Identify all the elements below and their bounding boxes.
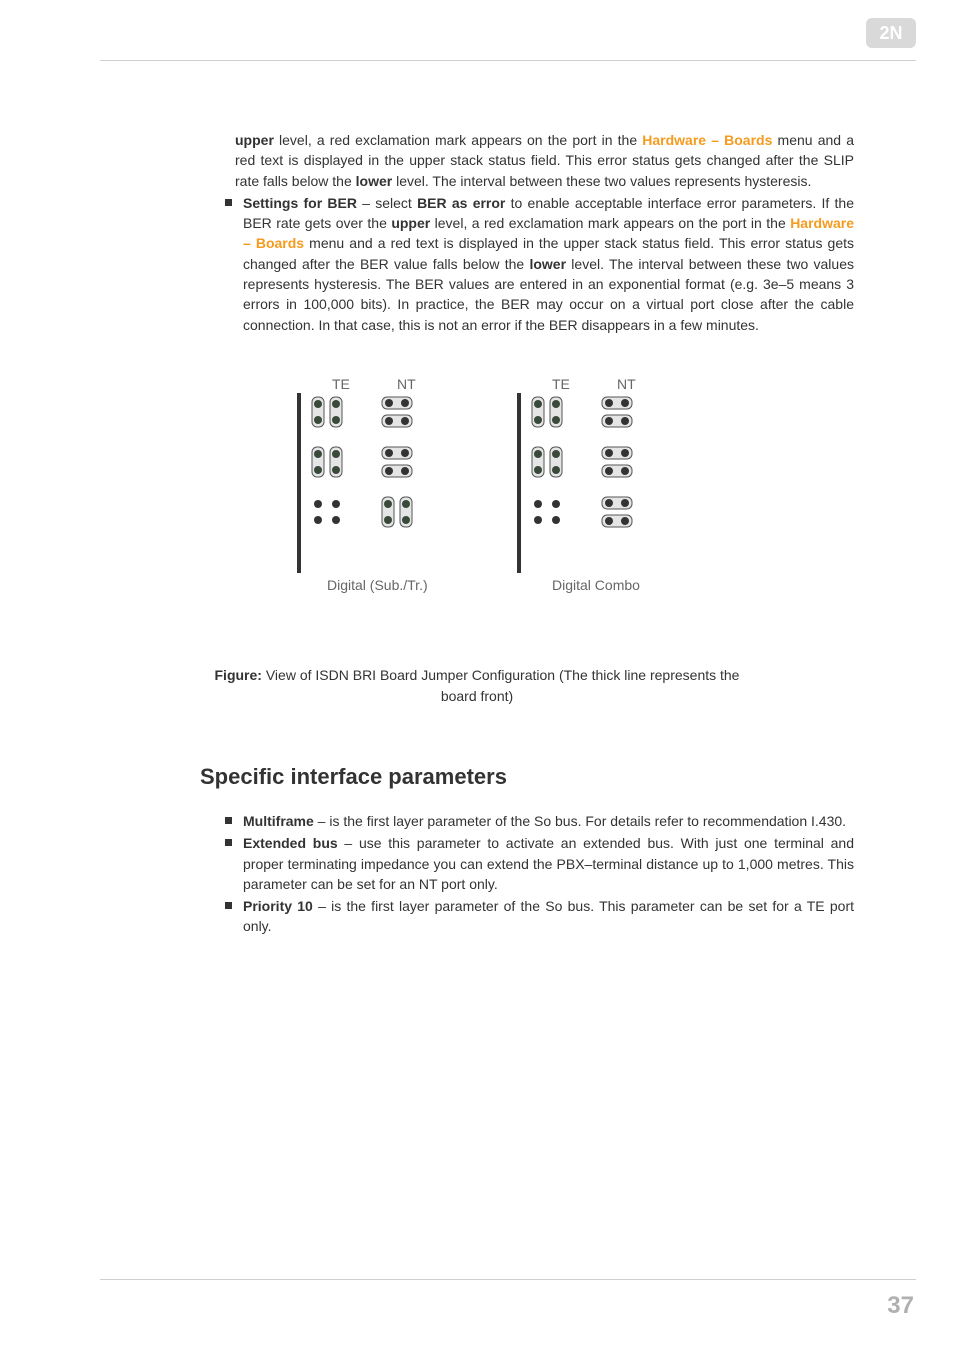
text: level, a red exclamation mark appears on… [274,132,642,148]
text-bold: Multiframe [243,813,314,829]
svg-text:TE: TE [552,376,570,392]
text: – is the first layer parameter of the So… [314,813,846,829]
text-bold: lower [529,256,566,272]
svg-text:Digital (Sub./Tr.): Digital (Sub./Tr.) [327,577,428,593]
page-number: 37 [887,1292,914,1320]
text-bold: Extended bus [243,835,338,851]
bullet-multiframe: Multiframe – is the first layer paramete… [225,811,854,831]
figure-label: Figure: [215,667,262,683]
text: level, a red exclamation mark appears on… [430,215,790,231]
text-bold-lower: lower [356,173,393,189]
svg-text:2N: 2N [879,23,902,43]
bullet-settings-for-ber: Settings for BER – select BER as error t… [225,193,854,335]
figure-text: View of ISDN BRI Board Jumper Configurat… [262,667,740,703]
text-bold: upper [391,215,430,231]
section-heading-specific-interface-parameters: Specific interface parameters [200,761,854,793]
svg-text:NT: NT [617,376,636,392]
svg-text:NT: NT [397,376,416,392]
svg-text:Digital Combo: Digital Combo [552,577,640,593]
header-divider [100,60,916,61]
link-hardware-boards[interactable]: Hardware – Boards [642,132,772,148]
footer-divider [100,1279,916,1280]
bullet-priority-10: Priority 10 – is the first layer paramet… [225,896,854,937]
text-bold-upper: upper [235,132,274,148]
svg-text:TE: TE [332,376,350,392]
text-bold: BER as error [417,195,505,211]
text-bold: Priority 10 [243,898,313,914]
brand-logo: 2N [866,18,916,53]
bullet-extended-bus: Extended bus – use this parameter to act… [225,833,854,894]
text: level. The interval between these two va… [392,173,811,189]
jumper-diagram: TE NT [100,365,854,640]
text: – select [357,195,417,211]
figure-caption: Figure: View of ISDN BRI Board Jumper Co… [100,665,854,706]
continuation-paragraph: upper level, a red exclamation mark appe… [235,130,854,191]
text: – is the first layer parameter of the So… [243,898,854,934]
text-bold: Settings for BER [243,195,357,211]
